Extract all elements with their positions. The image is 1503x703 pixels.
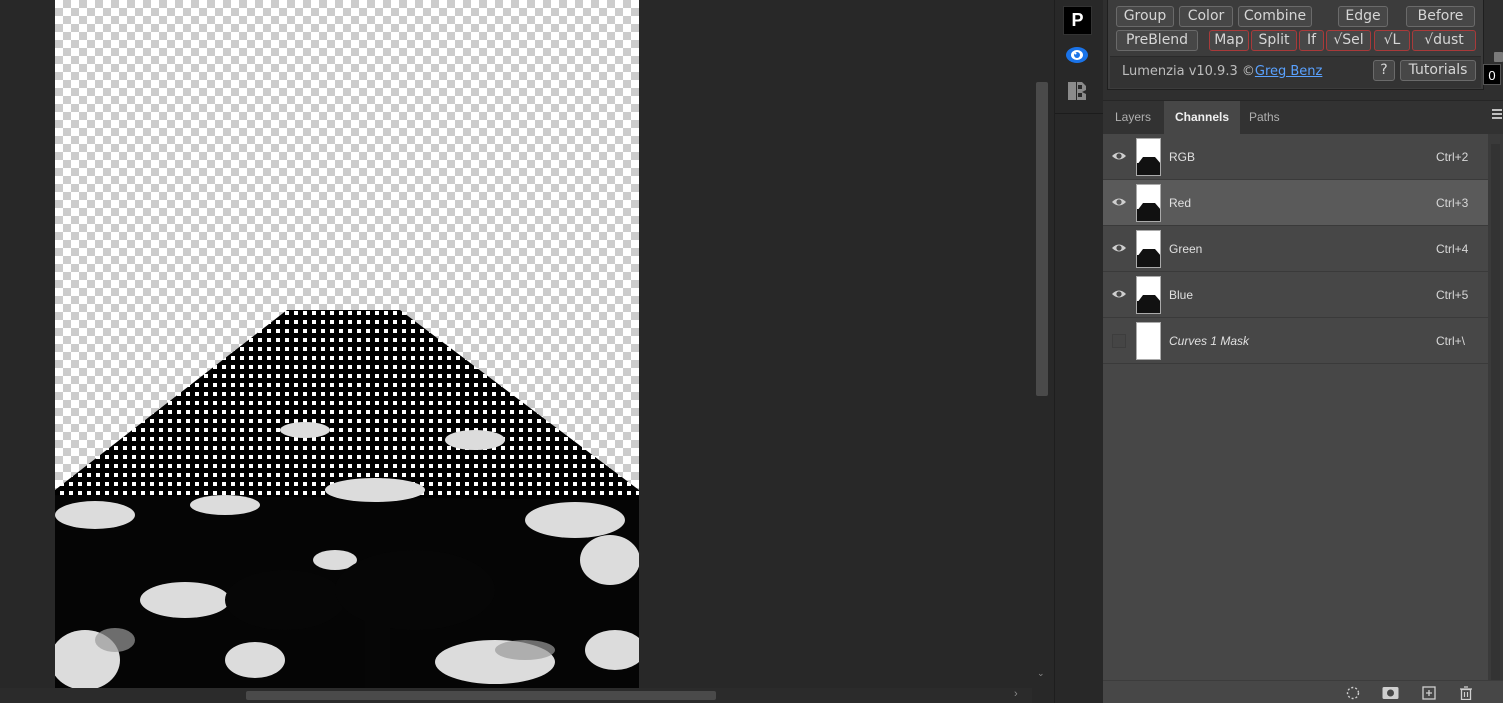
canvas-area[interactable] [0,0,1032,688]
visibility-eye-icon[interactable] [1111,242,1127,254]
channels-list: RGB Ctrl+2 Red Ctrl+3 Green Ctrl+4 Blue … [1103,134,1488,686]
channel-row-curves-mask[interactable]: Curves 1 Mask Ctrl+\ [1103,318,1488,364]
panel-menu-icon[interactable] [1492,109,1502,121]
combine-button[interactable]: Combine [1238,6,1312,27]
check-sel-button[interactable]: √Sel [1326,30,1371,51]
delete-icon[interactable] [1459,686,1473,700]
dotted-selection-icon[interactable] [1346,686,1360,700]
channel-shortcut: Ctrl+3 [1436,196,1469,210]
lumenzia-version: Lumenzia v10.9.3 ©Greg Benz [1122,64,1323,79]
visibility-eye-icon[interactable] [1111,288,1127,300]
channel-shortcut: Ctrl+5 [1436,288,1469,302]
right-panel-column: Group Color Combine Edge Before PreBlend… [1103,0,1503,703]
channel-thumbnail [1136,322,1161,360]
check-dust-button[interactable]: √dust [1412,30,1476,51]
tab-layers[interactable]: Layers [1104,101,1162,135]
tutorials-button[interactable]: Tutorials [1400,60,1476,81]
slider-handle[interactable] [1494,52,1503,62]
vertical-scroll-thumb[interactable] [1036,82,1048,396]
channel-name: Curves 1 Mask [1169,334,1250,348]
save-selection-icon[interactable] [1382,686,1399,700]
visibility-eye-icon[interactable] [1111,196,1127,208]
canvas-horizontal-scrollbar[interactable]: › [0,688,1032,703]
channel-name: RGB [1169,150,1196,164]
channel-thumbnail [1136,184,1161,222]
lumenzia-panel: Group Color Combine Edge Before PreBlend… [1107,0,1484,90]
channels-toolbar [1103,680,1503,703]
value-box[interactable]: 0 [1483,64,1501,85]
canvas-vertical-scrollbar[interactable]: ⌄ [1032,0,1054,688]
panel-icon[interactable] [1067,80,1087,102]
check-l-button[interactable]: √L [1374,30,1410,51]
group-button[interactable]: Group [1116,6,1174,27]
plugin-icon[interactable]: P [1063,6,1092,35]
channel-thumbnail [1136,230,1161,268]
horizontal-scroll-thumb[interactable] [246,691,716,700]
panel-icon-strip: P [1054,0,1103,703]
color-button[interactable]: Color [1179,6,1233,27]
scroll-right-icon[interactable]: › [1014,688,1018,700]
channel-thumbnail [1136,138,1161,176]
tab-channels[interactable]: Channels [1164,101,1241,135]
panel-tabbar: Layers Channels Paths [1103,100,1503,135]
channel-row-rgb[interactable]: RGB Ctrl+2 [1103,134,1488,180]
tab-paths[interactable]: Paths [1238,101,1291,135]
channel-shortcut: Ctrl+4 [1436,242,1469,256]
channel-name: Green [1169,242,1203,256]
channel-name: Blue [1169,288,1194,302]
channel-shortcut: Ctrl+\ [1436,334,1466,348]
visibility-toggle-empty[interactable] [1112,334,1126,348]
preblend-button[interactable]: PreBlend [1116,30,1198,51]
channel-row-red[interactable]: Red Ctrl+3 [1103,180,1488,226]
scroll-down-icon[interactable]: ⌄ [1037,668,1045,679]
help-button[interactable]: ? [1373,60,1395,81]
author-link[interactable]: Greg Benz [1255,64,1323,79]
channel-name: Red [1169,196,1192,210]
document-canvas[interactable] [55,0,639,688]
before-button[interactable]: Before [1406,6,1475,27]
channel-row-blue[interactable]: Blue Ctrl+5 [1103,272,1488,318]
visibility-eye-icon[interactable] [1111,150,1127,162]
channel-shortcut: Ctrl+2 [1436,150,1469,164]
canvas-image [55,310,639,688]
new-channel-icon[interactable] [1422,686,1436,700]
eye-icon[interactable] [1065,46,1089,64]
channel-thumbnail [1136,276,1161,314]
if-button[interactable]: If [1299,30,1324,51]
map-button[interactable]: Map [1209,30,1249,51]
edge-button[interactable]: Edge [1338,6,1388,27]
channel-row-green[interactable]: Green Ctrl+4 [1103,226,1488,272]
channels-scrollbar[interactable] [1488,134,1503,686]
split-button[interactable]: Split [1251,30,1297,51]
